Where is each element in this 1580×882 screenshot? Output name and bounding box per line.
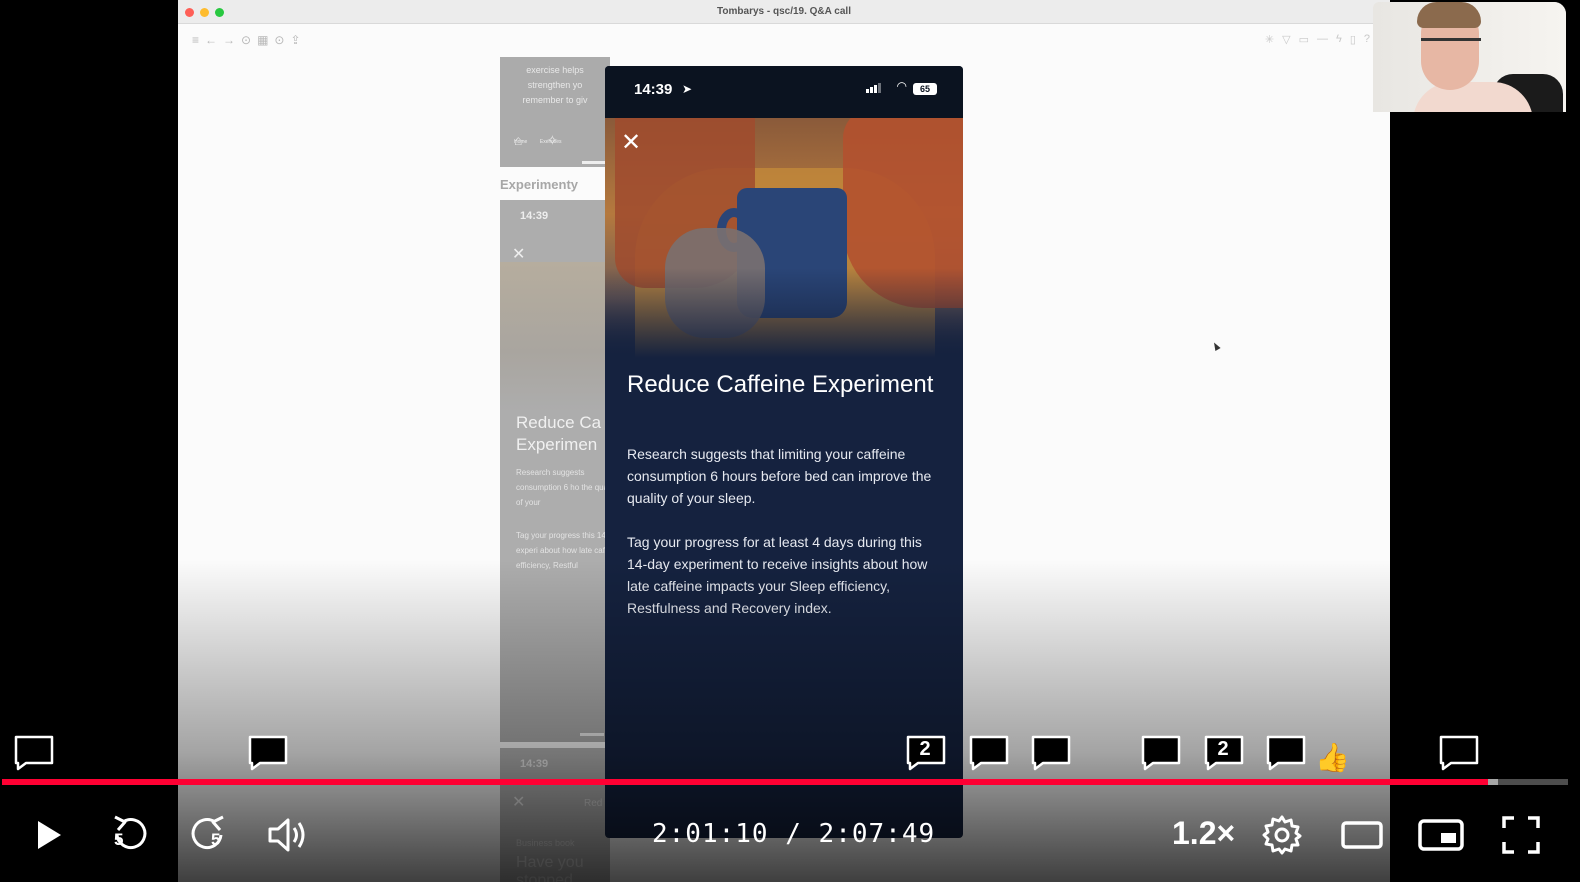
home-indicator bbox=[582, 161, 606, 164]
help-icon: ? bbox=[1363, 33, 1370, 45]
phone-mockup: 14:39 ➤ ◠ 65 ✕ Reduce Caffeine Experimen… bbox=[605, 66, 963, 838]
comment-marker-icon[interactable] bbox=[969, 735, 1009, 771]
design-frame-experiment: 14:39 ✕ Reduce Ca Experimen Research sug… bbox=[500, 200, 610, 742]
settings-button[interactable] bbox=[1258, 808, 1306, 862]
skip-back-seconds: 5 bbox=[114, 830, 124, 849]
design-frame-next: 14:39 ✕ Red Business book Have you stopp… bbox=[500, 748, 610, 882]
section-label: Experimenty bbox=[500, 177, 579, 192]
filter-icon: ▽ bbox=[1282, 34, 1291, 46]
miniplayer-icon bbox=[1418, 819, 1464, 851]
nav-label-exercises: Exercises bbox=[539, 139, 562, 145]
close-icon: ✕ bbox=[512, 246, 526, 263]
comment-marker-icon[interactable] bbox=[1439, 735, 1479, 771]
theater-icon bbox=[1341, 821, 1383, 849]
record-icon: ⊙ bbox=[274, 33, 285, 47]
glasses bbox=[1421, 38, 1481, 52]
time-display: 2:01:10 / 2:07:49 bbox=[652, 819, 935, 849]
forward-icon: → bbox=[223, 33, 236, 47]
canvas-toolbar: ≡ ← → ⊙ ▦ ⊙ ⇪ bbox=[192, 33, 301, 47]
mouse-cursor bbox=[1211, 341, 1221, 351]
comment-count: 2 bbox=[1217, 738, 1229, 760]
wifi-icon: ◠ bbox=[896, 79, 907, 93]
signal-icon bbox=[866, 83, 881, 93]
fullscreen-icon bbox=[1502, 816, 1540, 854]
fullscreen-button[interactable] bbox=[1498, 808, 1544, 862]
bolt-icon: ϟ bbox=[1335, 33, 1342, 45]
frame-title-fragment: Red bbox=[584, 798, 603, 809]
frame-title: Reduce Ca Experimen bbox=[516, 413, 602, 454]
frame-text-line: remember to giv bbox=[522, 95, 588, 105]
comment-marker-icon[interactable] bbox=[14, 735, 54, 771]
share-icon: ⇪ bbox=[290, 33, 301, 47]
comment-marker-icon[interactable] bbox=[1031, 735, 1071, 771]
window-titlebar: Tombarys - qsc/19. Q&A call bbox=[178, 0, 1390, 24]
frame-illustration bbox=[500, 262, 610, 412]
menu-icon: ≡ bbox=[192, 33, 200, 47]
playback-speed-button[interactable]: 1.2× bbox=[1172, 815, 1235, 852]
forward-icon bbox=[191, 815, 224, 850]
canvas-toolbar-right: ✳ ▽ ▭ — ϟ ▯ ? bbox=[1265, 33, 1370, 46]
skip-back-button[interactable]: 5 bbox=[104, 808, 154, 862]
theater-mode-button[interactable] bbox=[1338, 808, 1386, 862]
experiment-title: Reduce Caffeine Experiment bbox=[627, 371, 934, 398]
panel-icon: ▯ bbox=[1349, 34, 1356, 46]
frame-time: 14:39 bbox=[520, 758, 549, 770]
duration: 2:07:49 bbox=[818, 819, 936, 849]
comment-count: 2 bbox=[919, 738, 931, 760]
comment-marker-icon[interactable]: 2 bbox=[906, 735, 946, 771]
comment-marker-icon[interactable] bbox=[1141, 735, 1181, 771]
webcam-overlay bbox=[1373, 2, 1566, 112]
window-title: Tombarys - qsc/19. Q&A call bbox=[717, 6, 851, 17]
home-indicator bbox=[580, 733, 604, 736]
play-icon bbox=[38, 821, 61, 849]
calendar-icon: ▦ bbox=[257, 33, 269, 47]
comment-marker-icon[interactable] bbox=[1266, 735, 1306, 771]
volume-icon bbox=[268, 818, 305, 852]
frame-body: Research suggests consumption 6 ho the q… bbox=[516, 468, 610, 507]
experiment-description: Research suggests that limiting your caf… bbox=[627, 446, 932, 506]
comment-marker-icon[interactable] bbox=[248, 735, 288, 771]
caffeine-illustration: ✕ bbox=[605, 118, 963, 358]
frame-text-line: strengthen yo bbox=[527, 80, 583, 90]
frame-body: Tag your progress this 14-day experi abo… bbox=[516, 531, 610, 570]
thumbs-up-reaction-icon[interactable]: 👍 bbox=[1315, 741, 1350, 774]
skip-forward-seconds: 5 bbox=[211, 830, 221, 849]
minus-icon: — bbox=[1316, 33, 1328, 45]
status-bar: 14:39 ➤ ◠ 65 bbox=[605, 66, 963, 118]
close-icon[interactable]: ✕ bbox=[618, 130, 644, 156]
target-icon: ⊙ bbox=[241, 33, 252, 47]
played-bar bbox=[2, 779, 1489, 785]
back-icon: ← bbox=[205, 33, 218, 47]
play-button[interactable] bbox=[24, 808, 74, 862]
status-time: 14:39 bbox=[634, 81, 673, 98]
skip-forward-button[interactable]: 5 bbox=[184, 808, 234, 862]
miniplayer-button[interactable] bbox=[1416, 808, 1466, 862]
nav-label-home: Home bbox=[514, 139, 528, 145]
frame-text-line: exercise helps bbox=[526, 65, 584, 75]
design-frame-home: exercise helps strengthen yo remember to… bbox=[500, 57, 610, 167]
volume-button[interactable] bbox=[262, 808, 314, 862]
frame-icon: ▭ bbox=[1298, 34, 1309, 46]
frame-caption: Business book bbox=[516, 838, 575, 848]
star-icon: ✳ bbox=[1264, 34, 1275, 46]
video-player[interactable]: Tombarys - qsc/19. Q&A call ≡ ← → ⊙ ▦ ⊙ … bbox=[0, 0, 1580, 882]
comment-marker-icon[interactable]: 2 bbox=[1204, 735, 1244, 771]
frame-heading: Have you stopped bbox=[516, 854, 584, 882]
battery-icon: 65 bbox=[913, 83, 937, 95]
frame-time: 14:39 bbox=[520, 210, 549, 222]
close-icon: ✕ bbox=[512, 794, 526, 811]
gear-icon bbox=[1262, 815, 1302, 855]
location-icon: ➤ bbox=[682, 82, 693, 96]
experiment-instructions: Tag your progress for at least 4 days du… bbox=[627, 534, 928, 616]
progress-bar[interactable] bbox=[2, 779, 1568, 785]
current-time: 2:01:10 bbox=[652, 819, 769, 849]
time-separator: / bbox=[785, 819, 802, 849]
